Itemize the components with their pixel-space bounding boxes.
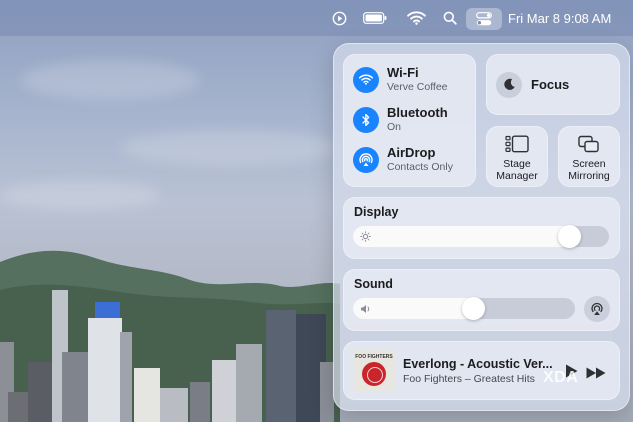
menu-bar-clock[interactable]: Fri Mar 8 9:08 AM [508, 0, 622, 36]
moon-icon [496, 71, 522, 98]
play-circle-icon[interactable] [329, 0, 349, 36]
sound-label: Sound [354, 277, 393, 291]
track-title: Everlong - Acoustic Ver... [403, 357, 553, 371]
menu-bar: Fri Mar 8 9:08 AM [0, 0, 633, 36]
screen-mirroring-icon [578, 135, 600, 155]
wifi-network-name: Verve Coffee [387, 80, 448, 93]
wifi-title: Wi-Fi [387, 65, 419, 80]
fast-forward-icon[interactable] [586, 364, 606, 383]
wifi-toggle[interactable]: Wi-Fi Verve Coffee [353, 65, 448, 93]
search-icon[interactable] [441, 0, 459, 36]
bluetooth-toggle[interactable]: Bluetooth On [353, 105, 448, 133]
control-center-icon[interactable] [466, 8, 502, 30]
screen-mirroring-label-line1: Screen [572, 158, 606, 170]
airdrop-icon[interactable] [353, 146, 379, 173]
sound-volume-slider[interactable] [353, 297, 575, 320]
bluetooth-title: Bluetooth [387, 105, 448, 120]
screen-mirroring-tile[interactable]: Screen Mirroring [558, 126, 620, 187]
connectivity-tile: Wi-Fi Verve Coffee Bluetooth On AirDrop … [343, 54, 476, 187]
airplay-audio-icon[interactable] [584, 296, 610, 322]
stage-manager-label-line2: Manager [496, 169, 538, 182]
screen-mirroring-label-line2: Mirroring [568, 169, 610, 182]
speaker-icon [359, 302, 372, 315]
brightness-icon [359, 230, 372, 243]
wifi-icon[interactable] [353, 66, 379, 93]
display-label: Display [354, 205, 399, 219]
album-art-ring [367, 367, 383, 383]
display-slider-fill [353, 226, 581, 247]
wifi-icon[interactable] [405, 0, 427, 36]
airdrop-toggle[interactable]: AirDrop Contacts Only [353, 145, 453, 173]
bluetooth-icon[interactable] [353, 106, 379, 133]
stage-manager-icon [505, 135, 529, 155]
watermark-logo: XDA [543, 369, 578, 387]
stage-manager-label-line1: Stage [503, 158, 531, 170]
date-time-text: Fri Mar 8 9:08 AM [508, 10, 612, 26]
album-art[interactable]: FOO FIGHTERS [353, 350, 395, 392]
focus-tile[interactable]: Focus [486, 54, 620, 115]
display-slider-knob[interactable] [558, 225, 581, 248]
airdrop-status: Contacts Only [387, 160, 453, 173]
display-tile: Display [343, 197, 620, 259]
bluetooth-status: On [387, 120, 402, 133]
sound-slider-knob[interactable] [462, 297, 485, 320]
now-playing-info: Everlong - Acoustic Ver... Foo Fighters … [403, 357, 553, 385]
battery-icon[interactable] [362, 0, 388, 36]
watermark-text: XDA [543, 369, 579, 386]
stage-manager-tile[interactable]: Stage Manager [486, 126, 548, 187]
airdrop-title: AirDrop [387, 145, 436, 160]
control-center-panel: Wi-Fi Verve Coffee Bluetooth On AirDrop … [333, 43, 630, 411]
album-art-text: FOO FIGHTERS [355, 354, 393, 360]
display-brightness-slider[interactable] [353, 225, 609, 248]
focus-label: Focus [531, 77, 570, 92]
now-playing-tile[interactable]: FOO FIGHTERS Everlong - Acoustic Ver... … [343, 341, 620, 400]
track-artist: Foo Fighters – Greatest Hits [403, 373, 535, 385]
sound-tile: Sound [343, 269, 620, 331]
